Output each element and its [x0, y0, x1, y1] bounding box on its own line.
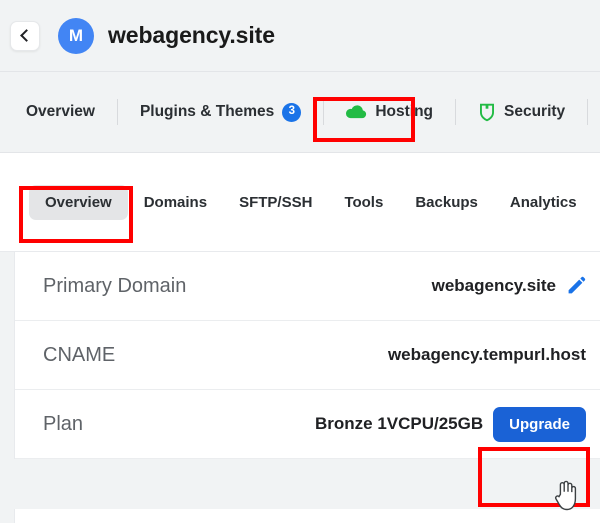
upgrade-button[interactable]: Upgrade — [493, 407, 586, 442]
tab-hosting-label: Hosting — [375, 103, 433, 121]
cname-value-group: webagency.tempurl.host — [388, 345, 586, 365]
primary-tab-bar: Overview Plugins & Themes 3 Hosting — [0, 72, 600, 153]
chevron-left-icon — [20, 29, 33, 42]
sub-tab-domains[interactable]: Domains — [128, 185, 223, 220]
tab-overview-label: Overview — [26, 103, 95, 121]
tab-security-label: Security — [504, 103, 565, 121]
primary-domain-label: Primary Domain — [43, 275, 186, 298]
tab-plugins-themes[interactable]: Plugins & Themes 3 — [140, 103, 301, 122]
avatar-initial: M — [69, 26, 83, 46]
back-button[interactable] — [10, 21, 40, 51]
card-bottom-strip — [14, 509, 600, 523]
sub-tab-backups[interactable]: Backups — [399, 185, 494, 220]
plugins-count-badge: 3 — [282, 103, 301, 122]
page-title: webagency.site — [108, 22, 275, 49]
tab-overview[interactable]: Overview — [26, 103, 95, 121]
tab-hosting[interactable]: Hosting — [346, 103, 433, 121]
tab-divider — [323, 99, 324, 125]
cname-value: webagency.tempurl.host — [388, 345, 586, 365]
page-header: M webagency.site — [0, 0, 600, 72]
hosting-sub-tab-bar: Overview Domains SFTP/SSH Tools Backups … — [0, 153, 600, 252]
avatar: M — [58, 18, 94, 54]
tab-divider — [455, 99, 456, 125]
tab-divider — [117, 99, 118, 125]
plan-value: Bronze 1VCPU/25GB — [315, 414, 483, 434]
table-row: Plan Bronze 1VCPU/25GB Upgrade — [15, 390, 600, 459]
hosting-overview-card: Primary Domain webagency.site CNAME weba… — [14, 252, 600, 459]
sub-tab-analytics[interactable]: Analytics — [494, 185, 593, 220]
cloud-icon — [346, 104, 367, 120]
sub-tab-overview[interactable]: Overview — [29, 185, 128, 220]
tab-divider — [587, 99, 588, 125]
cname-label: CNAME — [43, 344, 115, 367]
sub-tab-tools[interactable]: Tools — [328, 185, 399, 220]
mouse-cursor-pointer-icon — [553, 479, 579, 513]
shield-icon — [478, 103, 496, 122]
tab-security[interactable]: Security — [478, 103, 565, 122]
table-row: Primary Domain webagency.site — [15, 252, 600, 321]
primary-domain-value: webagency.site — [432, 276, 556, 296]
plan-value-group: Bronze 1VCPU/25GB Upgrade — [315, 407, 586, 442]
app-root: M webagency.site Overview Plugins & Them… — [0, 0, 600, 523]
sub-tab-sftp-ssh[interactable]: SFTP/SSH — [223, 185, 328, 220]
primary-domain-value-group: webagency.site — [432, 276, 586, 296]
plan-label: Plan — [43, 413, 83, 436]
tab-plugins-themes-label: Plugins & Themes — [140, 103, 274, 121]
edit-pencil-icon[interactable] — [566, 276, 586, 296]
table-row: CNAME webagency.tempurl.host — [15, 321, 600, 390]
